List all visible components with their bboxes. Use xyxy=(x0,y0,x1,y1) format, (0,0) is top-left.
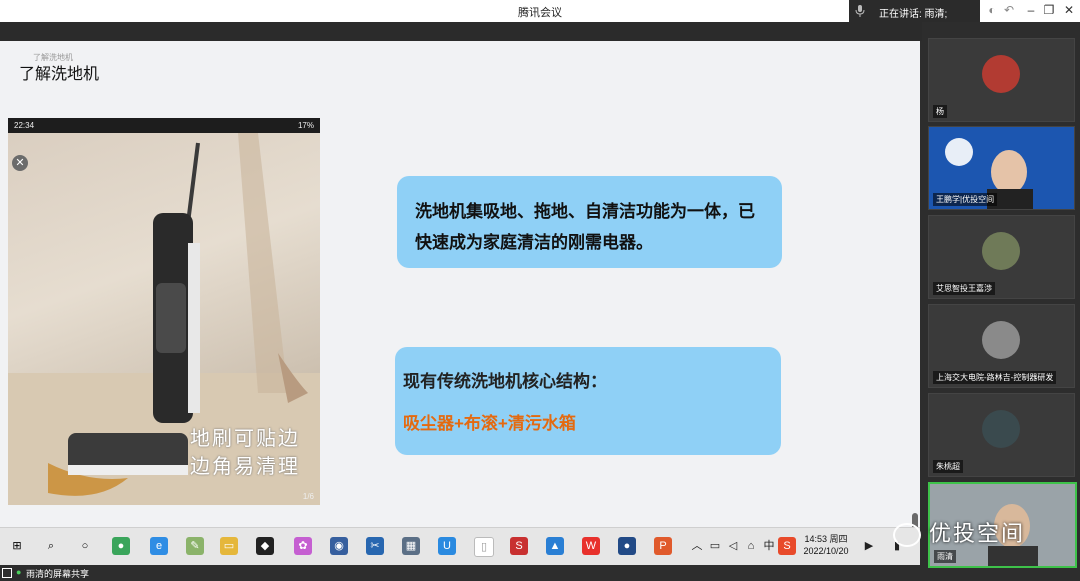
brand-logo-icon xyxy=(893,523,921,548)
phone-caption: 地刷可贴边 边角易清理 xyxy=(190,424,300,480)
clock-time: 14:53 周四 xyxy=(804,534,848,544)
info-bubble-intro: 洗地机集吸地、拖地、自清洁功能为一体，已快速成为家庭清洁的刚需电器。 xyxy=(397,176,782,268)
participant-name: 杨 xyxy=(933,105,947,118)
calculator-icon[interactable]: ▦ xyxy=(402,537,420,555)
slide-heading: 了解洗地机 了解洗地机 xyxy=(19,53,100,84)
participant-name: 雨清 xyxy=(934,550,956,563)
qq-icon[interactable]: ◆ xyxy=(256,537,274,555)
minimize-button[interactable]: – xyxy=(1022,3,1040,17)
avatar xyxy=(982,410,1020,448)
shared-slide: 了解洗地机 了解洗地机 22:34 17% ✕ 地刷可贴边 边角易清理 1/6 … xyxy=(0,41,920,553)
phone-screenshot: 22:34 17% ✕ 地刷可贴边 边角易清理 1/6 xyxy=(8,118,320,505)
app-icon-2[interactable]: ✿ xyxy=(294,537,312,555)
app-icon-4[interactable]: ✂ xyxy=(366,537,384,555)
phone-status-bar: 22:34 17% xyxy=(8,118,320,133)
phone-status-time: 22:34 xyxy=(14,121,35,130)
structure-highlight: 吸尘器+布滚+清污水箱 xyxy=(403,414,576,433)
ime-icon[interactable]: 中 xyxy=(760,537,778,555)
slide-heading-ghost: 了解洗地机 xyxy=(33,53,73,62)
participant-tile[interactable]: 王鹏学|优投空间 xyxy=(928,126,1075,210)
participant-name: 朱桃超 xyxy=(933,460,963,473)
mic-icon xyxy=(855,5,865,17)
volume-icon[interactable]: ◁ xyxy=(724,537,742,555)
taskbar-clock[interactable]: 14:53 周四 2022/10/20 xyxy=(800,533,852,557)
app-icon-6[interactable]: ● xyxy=(618,537,636,555)
view-mode-icon[interactable]: ◐ xyxy=(983,3,1001,17)
participant-tile[interactable]: 上海交大电院-路林吉-控制器研发 xyxy=(928,304,1075,388)
tray-app-icon[interactable]: S xyxy=(778,537,796,555)
structure-title: 现有传统洗地机核心结构： xyxy=(403,372,607,391)
edge-icon[interactable]: e xyxy=(150,537,168,555)
wechat-icon[interactable]: ● xyxy=(112,537,130,555)
solidworks-icon[interactable]: S xyxy=(510,537,528,555)
toolbar-strip xyxy=(0,22,922,41)
watermark-text: 优投空间 xyxy=(929,521,1026,546)
mic-active-icon: ● xyxy=(16,567,22,577)
participant-name: 王鹏学|优投空间 xyxy=(933,193,998,206)
app-icon-5[interactable]: U xyxy=(438,537,456,555)
info-bubble-structure: 现有传统洗地机核心结构： 吸尘器+布滚+清污水箱 xyxy=(395,347,781,455)
battery-icon[interactable]: ▭ xyxy=(706,537,724,555)
phone-caption-line-1: 地刷可贴边 xyxy=(190,426,300,450)
close-button[interactable]: ✕ xyxy=(1060,3,1078,17)
intro-text: 洗地机集吸地、拖地、自清洁功能为一体，已快速成为家庭清洁的刚需电器。 xyxy=(415,202,755,252)
pin-icon[interactable]: ↶ xyxy=(1000,3,1018,17)
share-status-bar: ● 雨清的屏幕共享 xyxy=(0,565,1080,581)
avatar xyxy=(982,321,1020,359)
speaking-label: 正在讲话: 雨清; xyxy=(879,9,948,20)
app-icon-3[interactable]: ◉ xyxy=(330,537,348,555)
avatar xyxy=(982,55,1020,93)
wps-icon[interactable]: W xyxy=(582,537,600,555)
tray-chevron-icon[interactable]: ︿ xyxy=(688,537,706,555)
file-explorer-icon[interactable]: ▭ xyxy=(220,537,238,555)
task-view-icon[interactable]: ○ xyxy=(76,537,94,555)
participant-name: 上海交大电院-路林吉-控制器研发 xyxy=(933,371,1057,384)
phone-battery: 17% xyxy=(297,121,314,130)
wechat-watermark: 优投空间 xyxy=(893,516,1025,548)
powerpoint-icon[interactable]: P xyxy=(654,537,672,555)
avatar xyxy=(982,232,1020,270)
participant-tile[interactable]: 朱桃超 xyxy=(928,393,1075,477)
windows-start-icon[interactable]: ⊞ xyxy=(8,537,26,555)
participant-tile[interactable]: 杨 xyxy=(928,38,1075,122)
participants-sidebar: 杨 王鹏学|优投空间 艾思智投王嘉渉 上海交大电院-路林吉-控制器研发 朱桃超 … xyxy=(922,22,1080,568)
participant-name: 艾思智投王嘉渉 xyxy=(933,282,995,295)
tencent-meeting-icon[interactable]: ▲ xyxy=(546,537,564,555)
share-label: 雨清的屏幕共享 xyxy=(26,569,90,579)
clock-date: 2022/10/20 xyxy=(803,546,849,556)
network-icon[interactable]: ⌂ xyxy=(742,537,760,555)
slide-heading-text: 了解洗地机 xyxy=(19,66,100,83)
shared-taskbar: ⊞ ⌕ ○ ● e ✎ ▭ ◆ ✿ ◉ ✂ ▦ U ▯ S ▲ W ● P ︿ … xyxy=(0,527,920,566)
notification-icon[interactable]: ▶ xyxy=(860,537,878,555)
speaking-indicator: 正在讲话: 雨清; xyxy=(849,0,980,22)
restore-button[interactable]: ❐ xyxy=(1040,3,1058,17)
phone-pager: 1/6 xyxy=(302,492,314,501)
app-icon[interactable]: ✎ xyxy=(186,537,204,555)
phone-caption-line-2: 边角易清理 xyxy=(190,454,300,478)
document-icon[interactable]: ▯ xyxy=(474,537,494,557)
screen-share-icon xyxy=(2,568,12,578)
participant-tile[interactable]: 艾思智投王嘉渉 xyxy=(928,215,1075,299)
search-icon[interactable]: ⌕ xyxy=(42,537,60,555)
close-icon[interactable]: ✕ xyxy=(12,155,28,171)
